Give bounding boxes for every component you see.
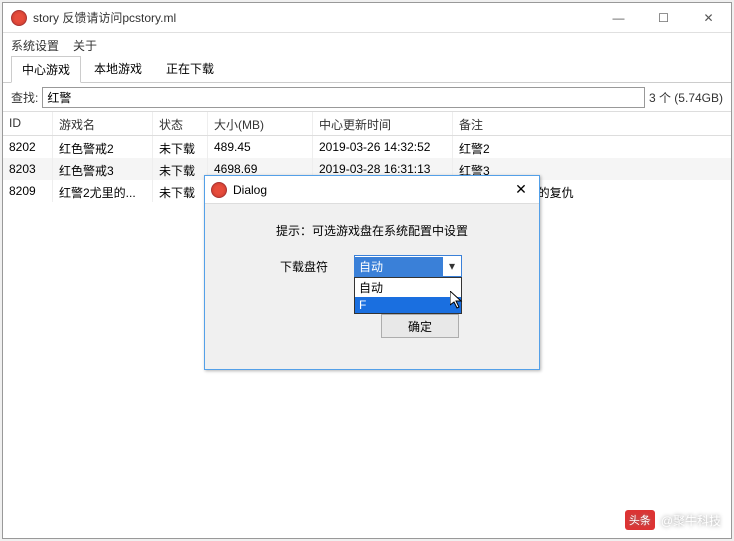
col-name[interactable]: 游戏名 [53,112,153,135]
menu-about[interactable]: 关于 [73,37,97,54]
cell-note: 红警2 [453,136,731,158]
col-size[interactable]: 大小(MB) [208,112,313,135]
dialog-tip: 提示：可选游戏盘在系统配置中设置 [205,204,539,255]
drive-combo-wrap: 自动 ▾ 自动 F [354,255,464,277]
download-dialog: Dialog ✕ 提示：可选游戏盘在系统配置中设置 下载盘符 自动 ▾ 自动 F… [204,175,540,370]
cell-id: 8202 [3,136,53,158]
watermark-text: @聚牛科技 [661,512,721,529]
drive-label: 下载盘符 [280,255,328,275]
drive-dropdown: 自动 F [354,277,462,314]
cell-status: 未下载 [153,158,208,180]
tab-local-games[interactable]: 本地游戏 [83,55,153,82]
table-header: ID 游戏名 状态 大小(MB) 中心更新时间 备注 [3,112,731,136]
drive-option-auto[interactable]: 自动 [355,278,461,297]
dialog-title: Dialog [233,183,503,197]
table-row[interactable]: 8202红色警戒2未下载489.452019-03-26 14:32:52红警2 [3,136,731,158]
window-title: story 反馈请访问pcstory.ml [33,9,596,26]
close-button[interactable]: ✕ [686,3,731,33]
dialog-close-button[interactable]: ✕ [503,181,539,198]
search-result-count: 3 个 (5.74GB) [649,89,723,106]
chevron-down-icon: ▾ [443,259,461,273]
maximize-button[interactable]: ☐ [641,3,686,33]
cell-size: 489.45 [208,136,313,158]
dialog-titlebar: Dialog ✕ [205,176,539,204]
watermark-logo: 头条 [625,510,655,530]
cell-name: 红警2尤里的... [53,180,153,202]
drive-selected: 自动 [355,257,443,276]
search-bar: 查找: 3 个 (5.74GB) [3,83,731,111]
cell-name: 红色警戒3 [53,158,153,180]
menu-system-settings[interactable]: 系统设置 [11,37,59,54]
cell-status: 未下载 [153,180,208,202]
cell-status: 未下载 [153,136,208,158]
titlebar: story 反馈请访问pcstory.ml — ☐ ✕ [3,3,731,33]
ok-button[interactable]: 确定 [381,314,459,338]
app-icon [11,10,27,26]
cell-id: 8203 [3,158,53,180]
drive-option-f[interactable]: F [355,297,461,313]
cell-time: 2019-03-26 14:32:52 [313,136,453,158]
dialog-icon [211,182,227,198]
tabbar: 中心游戏 本地游戏 正在下载 [3,57,731,83]
col-id[interactable]: ID [3,112,53,135]
search-input[interactable] [42,87,645,108]
window-controls: — ☐ ✕ [596,3,731,33]
drive-combobox[interactable]: 自动 ▾ [354,255,462,277]
tab-downloading[interactable]: 正在下载 [155,55,225,82]
search-label: 查找: [11,89,38,106]
col-status[interactable]: 状态 [153,112,208,135]
drive-field: 下载盘符 自动 ▾ 自动 F [205,255,539,277]
col-time[interactable]: 中心更新时间 [313,112,453,135]
menubar: 系统设置 关于 [3,33,731,57]
cell-id: 8209 [3,180,53,202]
watermark: 头条 @聚牛科技 [625,510,721,530]
minimize-button[interactable]: — [596,3,641,33]
col-note[interactable]: 备注 [453,112,731,135]
cell-name: 红色警戒2 [53,136,153,158]
tab-center-games[interactable]: 中心游戏 [11,56,81,83]
